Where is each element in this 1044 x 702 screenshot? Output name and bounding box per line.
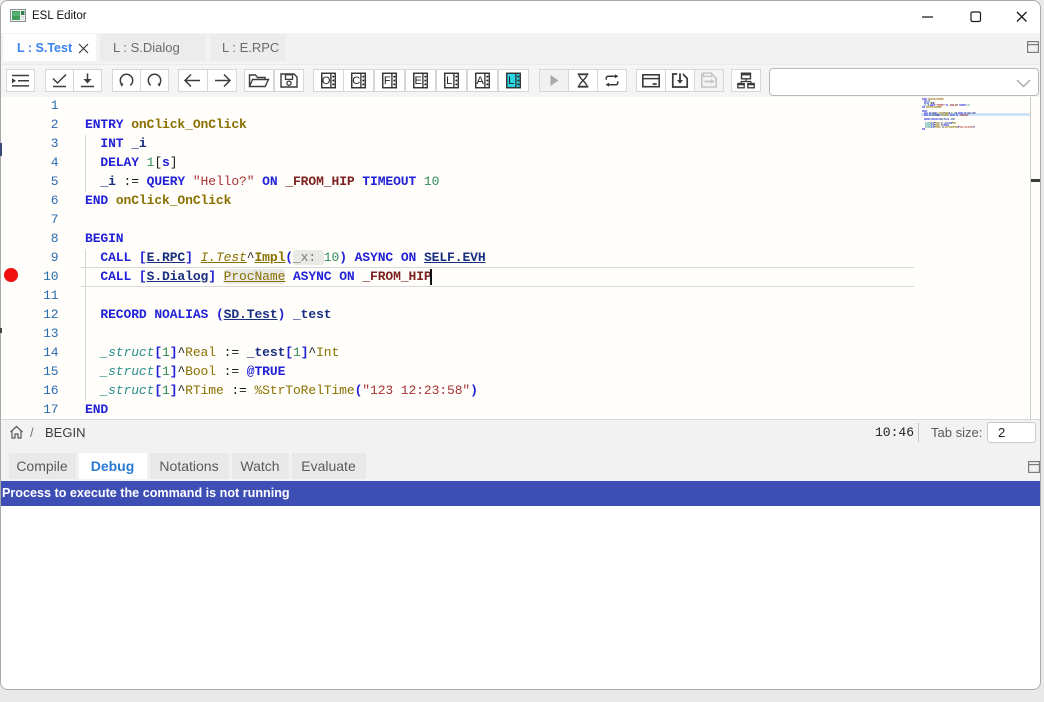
svg-text:O: O [322,75,331,87]
svg-text:F: F [384,75,391,87]
svg-text:E: E [415,75,422,87]
svg-text:L: L [508,75,514,87]
svg-text:C: C [352,75,360,87]
svg-text:A: A [477,75,485,87]
svg-text:L: L [446,75,452,87]
